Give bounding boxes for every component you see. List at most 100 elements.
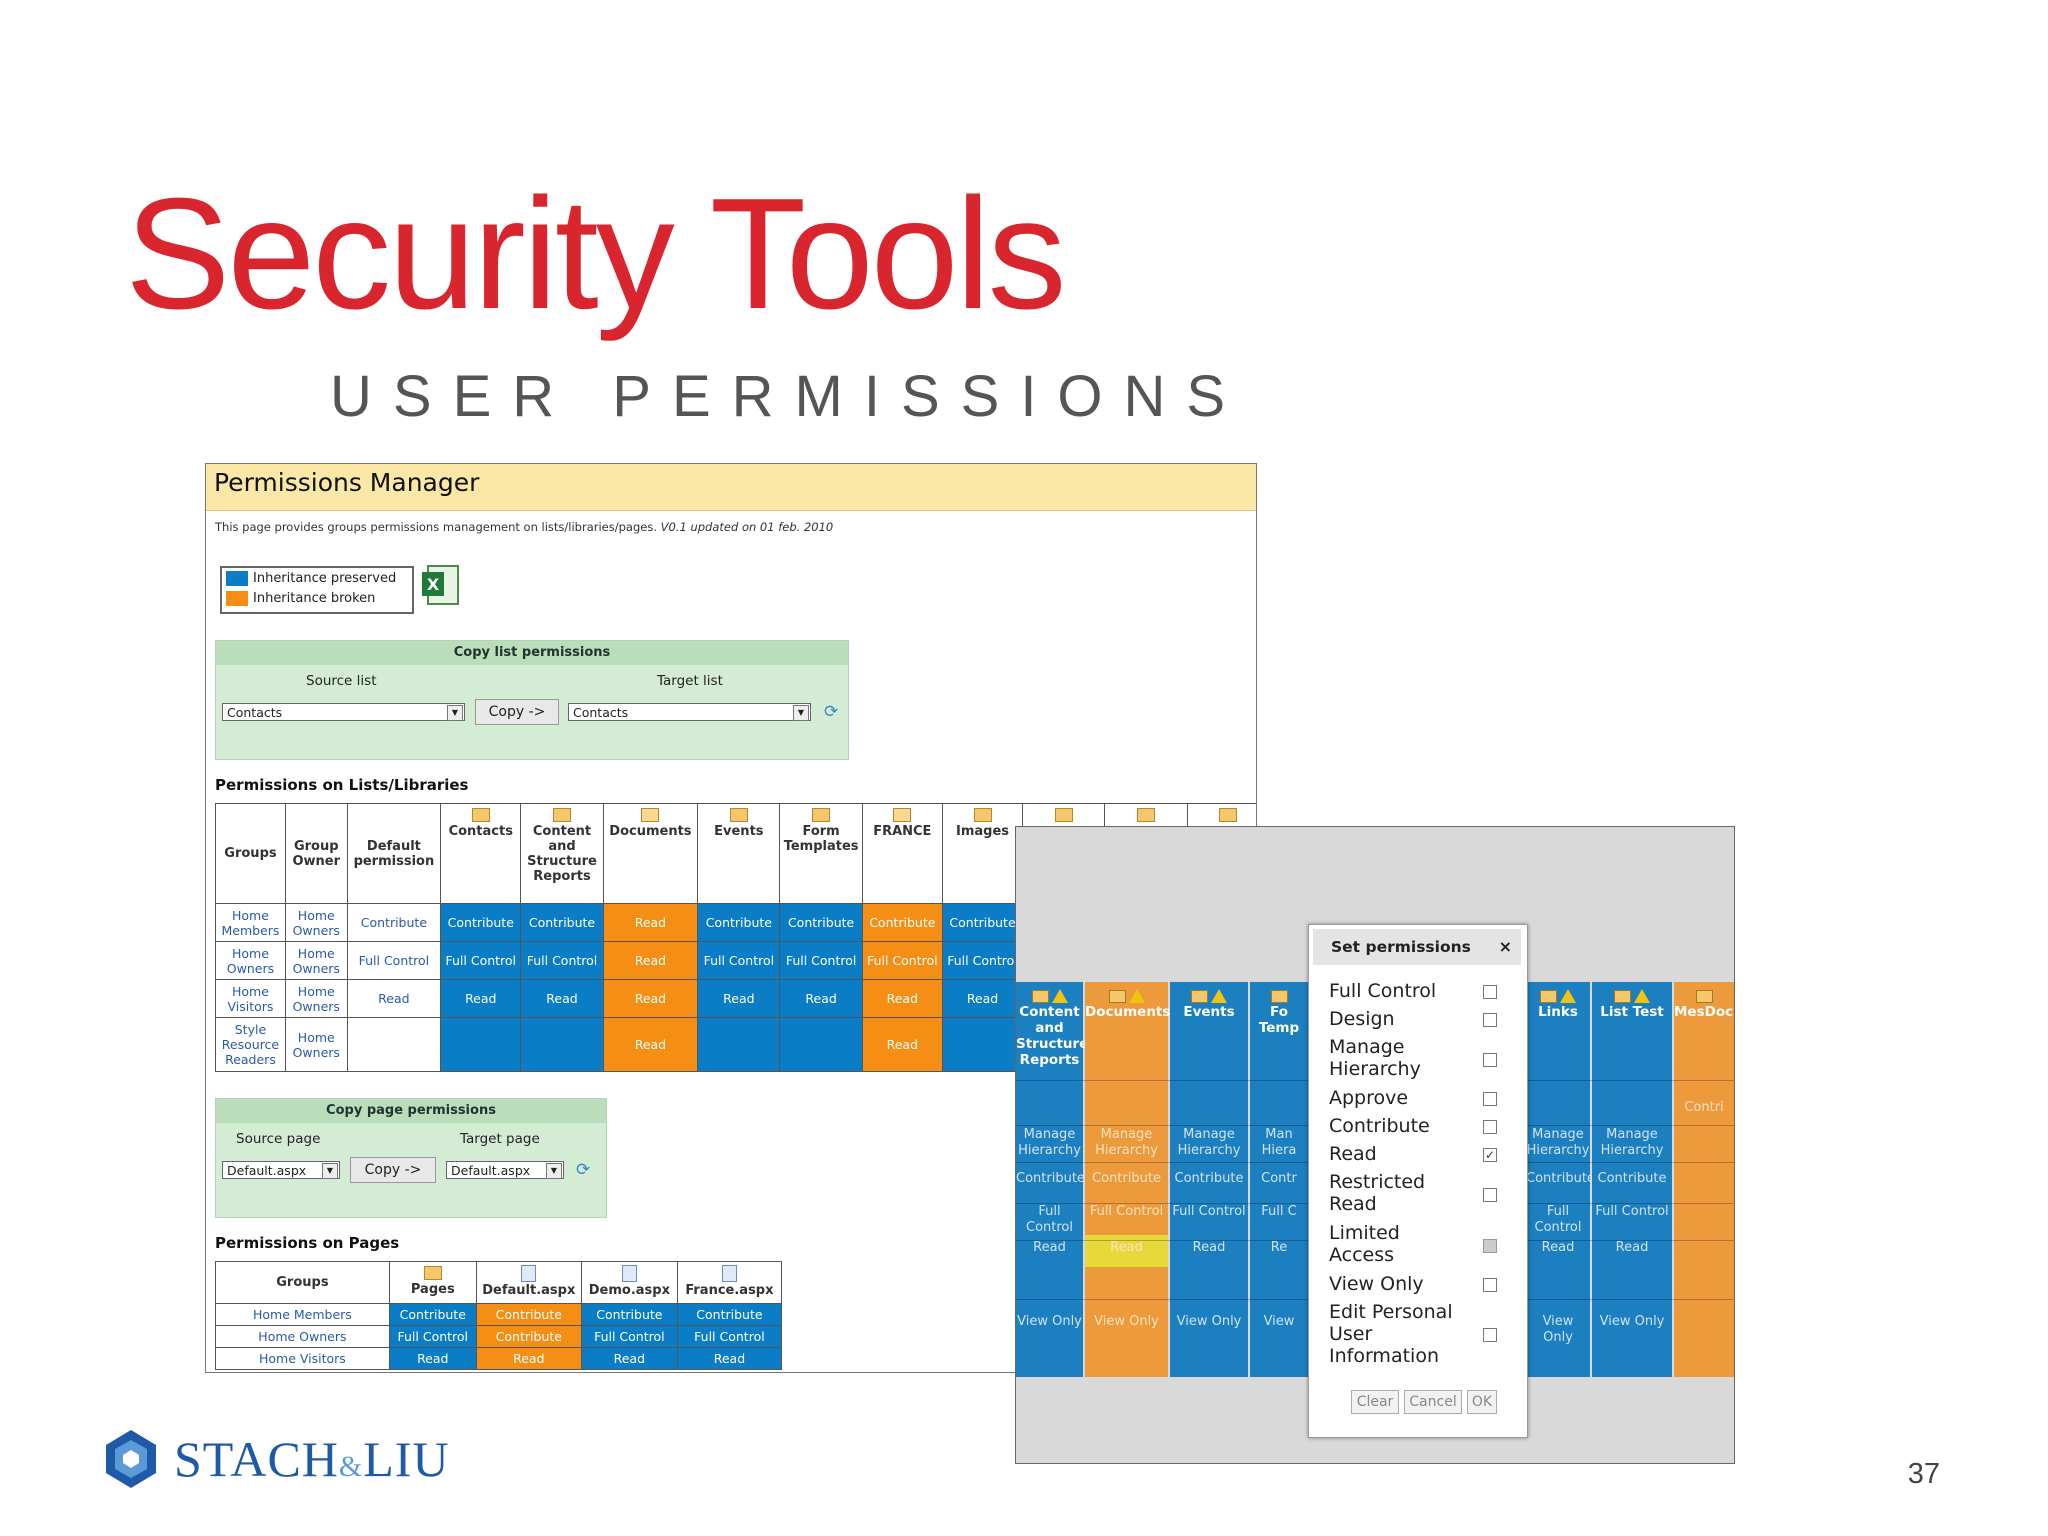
checkbox-restricted-read[interactable] <box>1483 1188 1497 1202</box>
permission-cell[interactable]: Full Control <box>580 1325 678 1348</box>
grid-permission-cell[interactable]: Full Control <box>1170 1204 1248 1220</box>
permission-cell[interactable]: Full Control <box>388 1325 477 1348</box>
grid-permission-cell[interactable]: Read <box>1170 1240 1248 1256</box>
permission-cell[interactable]: Full Control <box>676 1325 783 1348</box>
grid-permission-cell[interactable]: View <box>1250 1314 1308 1330</box>
source-page-select[interactable]: Default.aspx ▼ <box>222 1161 340 1179</box>
refresh-icon[interactable]: ⟳ <box>824 703 842 721</box>
col-images[interactable]: Images <box>941 803 1024 904</box>
permission-cell[interactable]: Read <box>697 979 781 1018</box>
grid-permission-cell[interactable]: Manage Hierarchy <box>1170 1127 1248 1159</box>
grid-permission-cell[interactable]: View Only <box>1016 1314 1083 1330</box>
permission-cell[interactable]: Full Control <box>861 941 943 980</box>
permission-cell[interactable] <box>779 1017 863 1072</box>
grid-permission-cell[interactable]: Read <box>1085 1240 1168 1256</box>
permission-cell[interactable]: Contribute <box>388 1303 477 1326</box>
permission-cell[interactable] <box>440 1017 522 1072</box>
col-france-aspx[interactable]: France.aspx <box>676 1261 783 1304</box>
grid-permission-cell[interactable]: Man Hiera <box>1250 1127 1308 1159</box>
copy-page-button[interactable]: Copy -> <box>350 1157 436 1183</box>
grid-permission-cell[interactable]: Contribute <box>1592 1171 1672 1187</box>
grid-permission-cell[interactable]: Read <box>1526 1240 1590 1256</box>
checkbox-view-only[interactable] <box>1483 1278 1497 1292</box>
grid-permission-cell[interactable]: Read <box>1592 1240 1672 1256</box>
grid-permission-cell[interactable]: Full Control <box>1592 1204 1672 1220</box>
grid-permission-cell[interactable]: Contribute <box>1526 1171 1595 1187</box>
target-page-select[interactable]: Default.aspx ▼ <box>446 1161 564 1179</box>
col-france[interactable]: FRANCE <box>861 803 943 904</box>
checkbox-manage-hierarchy[interactable] <box>1483 1053 1497 1067</box>
permission-cell[interactable]: Read <box>602 1017 699 1072</box>
col-pages[interactable]: Pages <box>388 1261 477 1304</box>
permission-cell[interactable]: Read <box>602 941 699 980</box>
permission-cell[interactable]: Contribute <box>580 1303 678 1326</box>
col-documents[interactable]: Documents <box>602 803 699 904</box>
permission-cell[interactable]: Read <box>779 979 863 1018</box>
grid-permission-cell[interactable]: Contribute <box>1016 1171 1085 1187</box>
permission-cell[interactable]: Read <box>580 1347 678 1370</box>
grid-permission-cell[interactable]: Manage Hierarchy <box>1592 1127 1672 1159</box>
checkbox-contribute[interactable] <box>1483 1120 1497 1134</box>
cancel-button[interactable]: Cancel <box>1404 1390 1462 1414</box>
permission-cell[interactable]: Read <box>941 979 1024 1018</box>
permission-cell[interactable]: Contribute <box>779 903 863 942</box>
grid-permission-cell[interactable]: Full C <box>1250 1204 1308 1220</box>
grid-column[interactable]: List Test Manage Hierarchy Contribute Full… <box>1592 982 1672 1377</box>
permission-cell[interactable]: Contribute <box>676 1303 783 1326</box>
permission-cell[interactable]: Read <box>475 1347 582 1370</box>
refresh-icon[interactable]: ⟳ <box>576 1161 594 1179</box>
grid-permission-cell[interactable]: Full Control <box>1526 1204 1590 1236</box>
permission-cell[interactable]: Read <box>861 1017 943 1072</box>
permission-cell[interactable]: Contribute <box>941 903 1024 942</box>
grid-permission-cell[interactable]: Manage Hierarchy <box>1526 1127 1590 1159</box>
permission-cell[interactable]: Read <box>676 1347 783 1370</box>
permission-cell[interactable]: Read <box>520 979 604 1018</box>
checkbox-edit-personal-user-information[interactable] <box>1483 1328 1497 1342</box>
permission-cell[interactable] <box>697 1017 781 1072</box>
checkbox-approve[interactable] <box>1483 1092 1497 1106</box>
permission-cell[interactable]: Contribute <box>475 1325 582 1348</box>
col-contacts[interactable]: Contacts <box>440 803 522 904</box>
permission-cell[interactable]: Read <box>861 979 943 1018</box>
checkbox-design[interactable] <box>1483 1013 1497 1027</box>
copy-list-button[interactable]: Copy -> <box>475 699 559 725</box>
col-content-structure-reports[interactable]: Content and Structure Reports <box>520 803 604 904</box>
source-list-select[interactable]: Contacts ▼ <box>222 703 465 721</box>
grid-permission-cell[interactable]: Contribute <box>1170 1171 1248 1187</box>
grid-column[interactable]: MesDocu Contri <box>1674 982 1734 1377</box>
permission-cell[interactable]: Contribute <box>440 903 522 942</box>
target-list-select[interactable]: Contacts ▼ <box>568 703 811 721</box>
grid-permission-cell[interactable]: Contribute <box>1085 1171 1168 1187</box>
col-events[interactable]: Events <box>697 803 781 904</box>
grid-permission-cell[interactable]: View Only <box>1170 1314 1248 1330</box>
excel-export-icon[interactable]: X <box>422 564 460 606</box>
grid-permission-cell[interactable]: View Only <box>1592 1314 1672 1330</box>
permission-cell[interactable]: Read <box>440 979 522 1018</box>
grid-permission-cell[interactable]: Manage Hierarchy <box>1085 1127 1168 1159</box>
grid-permission-cell[interactable]: View Only <box>1085 1314 1168 1330</box>
clear-button[interactable]: Clear <box>1351 1390 1399 1414</box>
permission-cell[interactable]: Full Control <box>520 941 604 980</box>
permission-cell[interactable]: Full Control <box>779 941 863 980</box>
permission-cell[interactable]: Full Control <box>697 941 781 980</box>
grid-permission-cell[interactable]: Contri <box>1674 1100 1734 1116</box>
grid-column[interactable]: Content and Structure Reports Manage Hie… <box>1016 982 1088 1377</box>
checkbox-full-control[interactable] <box>1483 985 1497 999</box>
permission-cell[interactable]: Full Control <box>440 941 522 980</box>
grid-permission-cell[interactable]: Manage Hierarchy <box>1016 1127 1083 1159</box>
checkbox-limited-access[interactable] <box>1483 1239 1497 1253</box>
permission-cell[interactable]: Contribute <box>697 903 781 942</box>
grid-permission-cell[interactable]: Full Control <box>1016 1204 1083 1236</box>
grid-column[interactable]: Events Manage Hierarchy Contribute Full Co… <box>1170 982 1248 1377</box>
grid-column[interactable]: Fo Temp Man Hiera Contr Full C Re View <box>1250 982 1308 1377</box>
grid-column[interactable]: Links Manage Hierarchy Contribute Full Con… <box>1526 982 1595 1377</box>
grid-permission-cell[interactable]: Read <box>1016 1240 1083 1256</box>
grid-permission-cell[interactable]: Re <box>1250 1240 1308 1256</box>
permission-cell[interactable]: Read <box>602 903 699 942</box>
permission-cell[interactable]: Full Control <box>941 941 1024 980</box>
col-demo-aspx[interactable]: Demo.aspx <box>580 1261 678 1304</box>
checkbox-read[interactable]: ✓ <box>1483 1148 1497 1162</box>
grid-permission-cell[interactable]: Full Control <box>1085 1204 1168 1220</box>
permission-cell[interactable]: Contribute <box>861 903 943 942</box>
col-default-aspx[interactable]: Default.aspx <box>475 1261 582 1304</box>
